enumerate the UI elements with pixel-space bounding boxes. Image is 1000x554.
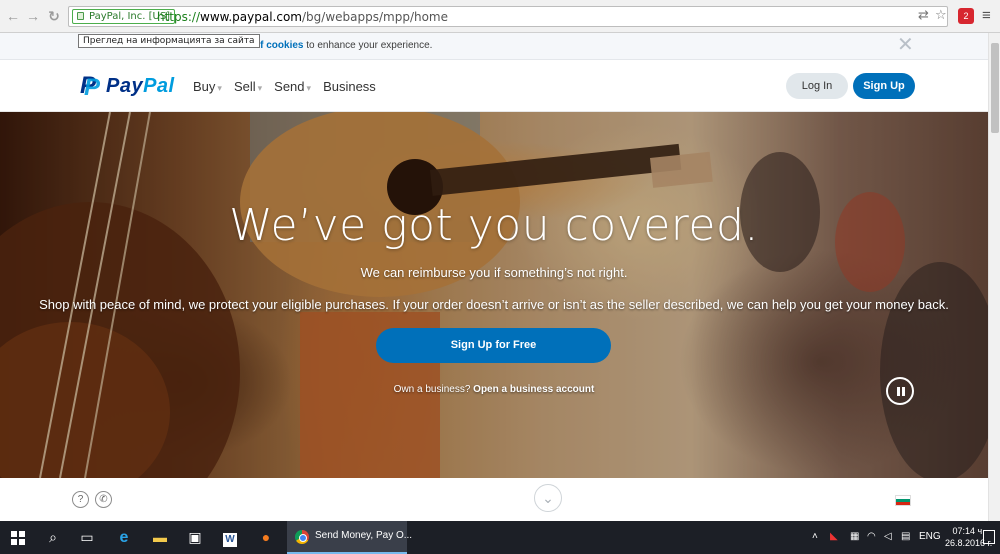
main-nav: Buy ▾ Sell ▾ Send ▾ Business [193, 79, 376, 94]
firefox-icon[interactable]: ● [249, 521, 283, 554]
hero-description: Shop with peace of mind, we protect your… [39, 297, 949, 312]
internet-explorer-icon[interactable]: e [107, 521, 141, 554]
word-icon[interactable]: W [213, 521, 247, 554]
phone-icon[interactable]: ✆ [95, 491, 112, 508]
signup-free-button[interactable]: Sign Up for Free [376, 328, 611, 363]
wifi-icon[interactable]: ◠ [867, 531, 876, 542]
hero-title: We’ve got you covered. [229, 200, 759, 251]
business-prompt: Own a business? Open a business account [0, 384, 988, 395]
hero-section: We’ve got you covered. We can reimburse … [0, 112, 988, 478]
search-icon[interactable]: ⌕ [36, 521, 70, 554]
help-icon[interactable]: ? [72, 491, 89, 508]
forward-arrow-icon[interactable]: → [25, 8, 41, 24]
pause-icon[interactable] [886, 377, 914, 405]
back-arrow-icon[interactable]: ← [5, 8, 21, 24]
language-indicator[interactable]: ENG [919, 531, 941, 542]
nav-item-sell[interactable]: Sell ▾ [234, 79, 262, 94]
chrome-icon [295, 530, 309, 544]
signup-button[interactable]: Sign Up [853, 73, 915, 99]
paypal-logo[interactable]: PP PayPal [80, 72, 175, 101]
translate-icon[interactable]: ⇄ [918, 7, 929, 23]
site-info-tooltip: Преглед на информацията за сайта [78, 34, 260, 48]
windows-start-icon[interactable] [11, 531, 25, 545]
paypal-wordmark: PayPal [106, 74, 175, 97]
business-account-link[interactable]: Open a business account [473, 384, 594, 395]
address-bar[interactable]: PayPal, Inc. [US] https://www.paypal.com… [68, 6, 948, 27]
ime-tray-icon[interactable]: ▦ [850, 531, 859, 542]
extension-icon[interactable]: 2 [958, 8, 974, 24]
nav-item-business[interactable]: Business [323, 79, 376, 94]
hero-subtitle: We can reimburse you if something’s not … [360, 265, 628, 280]
footer-strip: ? ✆ ⌄ [0, 478, 988, 521]
volume-icon[interactable]: ◁ [884, 531, 892, 542]
chevron-up-icon[interactable]: ˄ [812, 531, 818, 542]
chrome-menu-icon[interactable]: ≡ [982, 7, 991, 24]
url-path: /bg/webapps/mpp/home [302, 10, 449, 24]
chevron-down-icon: ▾ [306, 83, 312, 93]
url-host: www.paypal.com [200, 10, 302, 24]
reload-icon[interactable]: ↻ [46, 8, 62, 24]
chevron-down-icon: ▾ [257, 83, 263, 93]
chevron-down-icon: ▾ [217, 83, 222, 93]
notification-icon[interactable] [983, 530, 995, 544]
antivirus-tray-icon[interactable]: ◣ [830, 531, 838, 542]
hero-overlay [0, 112, 988, 478]
paypal-mark-icon: PP [80, 72, 101, 101]
close-icon[interactable]: ✕ [897, 35, 914, 55]
page-scrollbar[interactable] [988, 33, 1000, 521]
scroll-thumb[interactable] [991, 43, 999, 133]
chrome-task-label: Send Money, Pay O... [315, 530, 413, 541]
business-prompt-text: Own a business? [393, 384, 471, 395]
bulgaria-flag-icon[interactable] [895, 495, 911, 506]
nav-item-send[interactable]: Send ▾ [274, 79, 311, 94]
url-text[interactable]: https://www.paypal.com/bg/webapps/mpp/ho… [157, 10, 448, 24]
file-explorer-icon[interactable]: ▬ [143, 521, 177, 554]
windows-taskbar: ⌕ ▭ e ▬ ▣ W ● Send Money, Pay O... ˄ ◣ ▦… [0, 521, 1000, 554]
site-header: PP PayPal Buy ▾ Sell ▾ Send ▾ Business Log … [0, 60, 988, 112]
cookie-text: use of cookies to enhance your experienc… [234, 40, 432, 51]
task-view-icon[interactable]: ▭ [70, 521, 104, 554]
chrome-taskbar-item[interactable]: Send Money, Pay O... [287, 521, 412, 554]
message-tray-icon[interactable]: ▤ [901, 531, 910, 542]
store-icon[interactable]: ▣ [178, 521, 212, 554]
login-button[interactable]: Log In [786, 73, 848, 99]
nav-item-buy[interactable]: Buy ▾ [193, 79, 222, 94]
cookie-text-suffix: to enhance your experience. [303, 40, 433, 51]
scroll-down-icon[interactable]: ⌄ [534, 484, 562, 512]
bookmark-star-icon[interactable]: ☆ [935, 7, 947, 23]
url-scheme: https:// [157, 10, 201, 24]
browser-toolbar: ← → ↻ PayPal, Inc. [US] https://www.payp… [0, 0, 1000, 33]
lock-icon [77, 12, 84, 20]
